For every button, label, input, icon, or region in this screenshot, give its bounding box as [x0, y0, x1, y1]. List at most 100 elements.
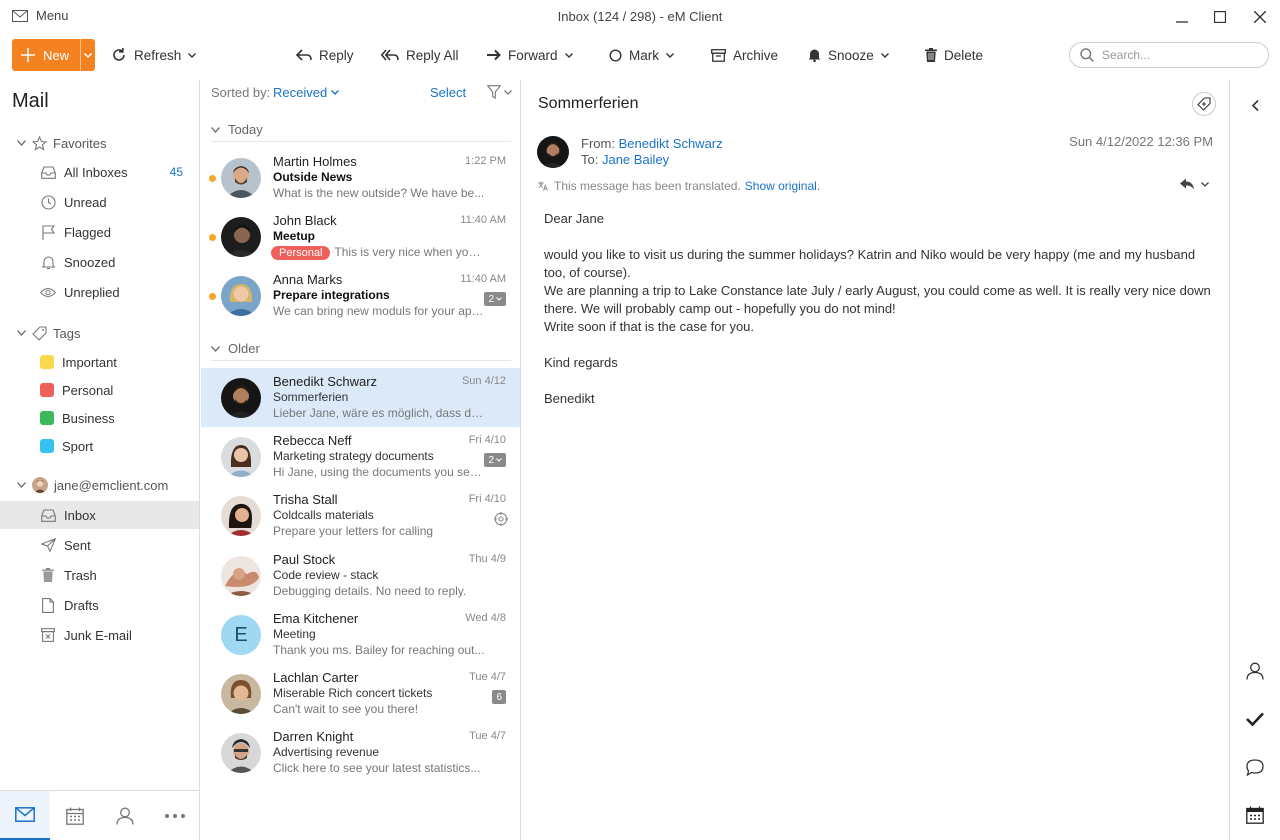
list-item[interactable]: E Ema Kitchener Wed 4/8 Meeting Thank yo… — [201, 605, 520, 664]
delete-button[interactable]: Delete — [925, 44, 983, 66]
minimize-button[interactable] — [1171, 6, 1193, 28]
chat-bubble-icon — [1246, 758, 1264, 776]
sender-name: Paul Stock — [273, 552, 336, 567]
message-date: Sun 4/12 — [461, 375, 506, 387]
chevron-down-icon — [12, 330, 30, 336]
sort-bar: Sorted by: Received Select — [201, 80, 520, 106]
sender-name: Anna Marks — [273, 272, 343, 287]
mark-button[interactable]: Mark — [609, 44, 674, 66]
show-original-link[interactable]: Show original. — [745, 179, 820, 193]
bell-icon — [40, 255, 56, 270]
agenda-button[interactable] — [1244, 804, 1266, 826]
close-button[interactable] — [1249, 6, 1271, 28]
sidebar-item-flagged[interactable]: Flagged — [0, 218, 199, 246]
collapse-rail-button[interactable] — [1244, 94, 1266, 116]
list-item[interactable]: Lachlan Carter Tue 4/7 Miserable Rich co… — [201, 664, 520, 723]
sidebar-item-tag-important[interactable]: Important — [0, 348, 199, 376]
snooze-target-icon[interactable] — [494, 512, 508, 526]
sidebar-item-all-inboxes[interactable]: All Inboxes 45 — [0, 158, 199, 186]
list-item[interactable]: Benedikt Schwarz Sun 4/12 Sommerferien L… — [201, 368, 520, 427]
toolbar: New Refresh Reply Reply All Forward Mark… — [0, 36, 1280, 76]
message-subject: Meeting — [273, 627, 316, 641]
module-switcher — [0, 790, 199, 840]
list-item[interactable]: Darren Knight Tue 4/7 Advertising revenu… — [201, 723, 520, 782]
mail-module-button[interactable] — [0, 791, 50, 840]
list-item[interactable]: Rebecca Neff Fri 4/10 Marketing strategy… — [201, 427, 520, 486]
thread-count-badge[interactable]: 6 — [492, 690, 506, 704]
sender-name: Benedikt Schwarz — [273, 374, 378, 389]
select-button[interactable]: Select — [430, 85, 466, 100]
sidebar-item-junk[interactable]: Junk E-mail — [0, 621, 199, 649]
group-header-today[interactable]: Today — [211, 118, 511, 142]
body-line — [544, 228, 1214, 246]
list-item[interactable]: Paul Stock Thu 4/9 Code review - stack D… — [201, 546, 520, 605]
tag-message-button[interactable] — [1192, 92, 1216, 116]
new-label: New — [43, 47, 70, 63]
document-icon — [40, 597, 56, 613]
message-date: 11:40 AM — [460, 214, 506, 226]
message-subject: Advertising revenue — [273, 745, 380, 759]
message-preview: Click here to see your latest statistics… — [273, 761, 481, 775]
sidebar-item-trash[interactable]: Trash — [0, 561, 199, 589]
trash-icon — [40, 568, 56, 582]
reply-button[interactable]: Reply — [296, 44, 354, 66]
sort-field-dropdown[interactable]: Received — [273, 85, 340, 100]
maximize-button[interactable] — [1209, 6, 1231, 28]
more-modules-button[interactable] — [150, 791, 200, 840]
sidebar-item-unread[interactable]: Unread — [0, 188, 199, 216]
new-dropdown-button[interactable] — [80, 39, 95, 71]
chevron-down-icon — [1201, 181, 1209, 187]
avatar — [221, 556, 261, 596]
avatar — [221, 378, 261, 418]
search-input[interactable]: Search... — [1069, 42, 1269, 68]
filter-button[interactable] — [487, 85, 512, 99]
thread-count-badge[interactable]: 2 — [484, 453, 506, 467]
list-item[interactable]: Anna Marks 11:40 AM Prepare integrations… — [201, 266, 520, 325]
contact-details-button[interactable] — [1244, 660, 1266, 682]
calendar-module-button[interactable] — [50, 791, 100, 840]
avatar — [221, 496, 261, 536]
sender-name: Ema Kitchener — [273, 611, 359, 626]
from-link[interactable]: Benedikt Schwarz — [619, 136, 723, 151]
archive-button[interactable]: Archive — [711, 44, 778, 66]
sorted-by-label: Sorted by: — [211, 85, 271, 100]
tags-group[interactable]: Tags — [0, 320, 199, 346]
list-item[interactable]: Trisha Stall Fri 4/10 Coldcalls material… — [201, 486, 520, 545]
sidebar-item-tag-business[interactable]: Business — [0, 404, 199, 432]
snooze-button[interactable]: Snooze — [808, 44, 889, 66]
body-line: Benedikt — [544, 391, 595, 406]
sort-field-value: Received — [273, 85, 328, 100]
tasks-button[interactable] — [1244, 708, 1266, 730]
sidebar-item-inbox[interactable]: Inbox — [0, 501, 199, 529]
reply-all-button[interactable]: Reply All — [381, 44, 459, 66]
chat-button[interactable] — [1244, 756, 1266, 778]
sidebar-item-tag-personal[interactable]: Personal — [0, 376, 199, 404]
new-button[interactable]: New — [12, 39, 95, 71]
sidebar-item-tag-sport[interactable]: Sport — [0, 432, 199, 460]
list-item[interactable]: John Black 11:40 AM Meetup Personal This … — [201, 207, 520, 266]
delete-label: Delete — [944, 47, 984, 63]
to-link[interactable]: Jane Bailey — [602, 152, 669, 167]
sidebar-item-unreplied[interactable]: Unreplied — [0, 278, 199, 306]
chevron-down-icon — [496, 458, 502, 462]
message-preview: Can't wait to see you there! — [273, 702, 419, 716]
message-preview: We can bring new moduls for your app... — [273, 304, 485, 318]
forward-button[interactable]: Forward — [487, 44, 573, 66]
refresh-button[interactable]: Refresh — [111, 44, 197, 66]
contacts-module-button[interactable] — [100, 791, 150, 840]
sidebar-item-snoozed[interactable]: Snoozed — [0, 248, 199, 276]
list-item[interactable]: Martin Holmes 1:22 PM Outside News What … — [201, 148, 520, 207]
chevron-down-icon — [12, 482, 30, 488]
sender-name: Rebecca Neff — [273, 433, 352, 448]
thread-count-badge[interactable]: 2 — [484, 292, 506, 306]
sidebar-item-drafts[interactable]: Drafts — [0, 591, 199, 619]
message-date: Wed 4/8 — [465, 612, 506, 624]
favorites-group[interactable]: Favorites — [0, 130, 199, 156]
sidebar-item-sent[interactable]: Sent — [0, 531, 199, 559]
archive-icon — [711, 48, 726, 62]
account-group[interactable]: jane@emclient.com — [0, 472, 199, 498]
group-header-older[interactable]: Older — [211, 337, 511, 361]
message-subject: Code review - stack — [273, 568, 379, 582]
translate-icon — [538, 181, 548, 191]
reply-quick-button[interactable] — [1179, 178, 1209, 190]
